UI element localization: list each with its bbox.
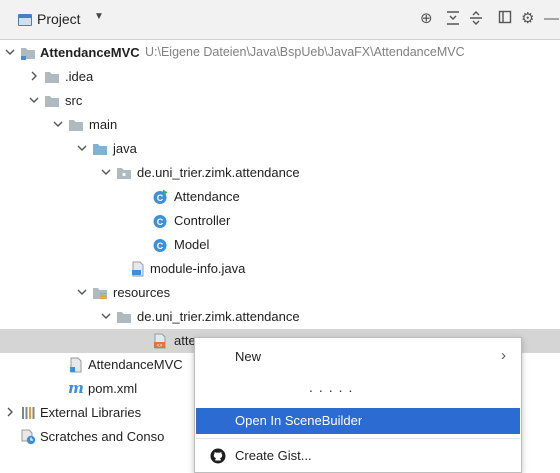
menu-item-new-label: New — [235, 349, 262, 364]
tree-node-module-info[interactable]: module-info.java — [0, 257, 560, 281]
tree-label-java: java — [113, 141, 137, 156]
folder-icon — [45, 72, 59, 83]
tree-node-root[interactable]: AttendanceMVC U:\Eigene Dateien\Java\Bsp… — [0, 41, 560, 65]
tree-node-class-controller[interactable]: C Controller — [0, 209, 560, 233]
menu-item-create-gist-label: Create Gist... — [235, 448, 312, 463]
tree-label-idea: .idea — [65, 69, 94, 84]
tree-root-path: U:\Eigene Dateien\Java\BspUeb\JavaFX\Att… — [145, 45, 465, 59]
tree-label-model: Model — [174, 237, 210, 252]
chevron-down-icon[interactable] — [52, 118, 64, 130]
layout-icon[interactable] — [498, 10, 512, 29]
source-folder-icon — [93, 144, 107, 155]
tree-label-main: main — [89, 117, 118, 132]
svg-text:<>: <> — [157, 343, 163, 349]
project-icon — [18, 14, 32, 26]
chevron-right-icon: › — [501, 347, 506, 364]
collapse-all-icon[interactable] — [446, 10, 460, 31]
scratches-icon — [21, 429, 36, 445]
tree-node-resources[interactable]: resources — [0, 281, 560, 305]
chevron-down-icon[interactable]: ▼ — [94, 11, 104, 22]
module-file-icon — [70, 357, 82, 373]
tree-label-root: AttendanceMVC — [40, 45, 140, 60]
chevron-right-icon[interactable] — [4, 406, 16, 418]
tree-label-module-info: module-info.java — [150, 261, 246, 276]
tree-label-external-libraries: External Libraries — [40, 405, 142, 420]
gear-icon[interactable]: ⚙ — [521, 10, 534, 28]
tree-label-attendance: Attendance — [174, 189, 240, 204]
svg-text:C: C — [157, 193, 164, 203]
menu-item-new[interactable]: New › — [196, 344, 520, 370]
tree-label-src: src — [65, 93, 83, 108]
tree-label-pom: pom.xml — [88, 381, 138, 396]
tree-label-iml-file: AttendanceMVC — [88, 357, 183, 372]
maven-icon: m — [68, 379, 84, 397]
project-toolbar: Project ▼ ⊕ ⚙ — — [0, 0, 560, 40]
menu-more-dots: ..... — [309, 379, 359, 395]
menu-separator — [196, 438, 520, 439]
tree-node-java[interactable]: java — [0, 137, 560, 161]
tree-label-java-package: de.uni_trier.zimk.attendance — [137, 165, 300, 180]
hide-icon[interactable]: — — [544, 10, 559, 28]
tree-node-class-attendance[interactable]: C Attendance — [0, 185, 560, 209]
chevron-down-icon[interactable] — [28, 94, 40, 106]
class-run-icon: C — [153, 189, 168, 204]
class-icon: C — [153, 239, 167, 252]
tree-label-resources: resources — [113, 285, 171, 300]
folder-icon — [69, 120, 83, 131]
tree-label-resource-package: de.uni_trier.zimk.attendance — [137, 309, 300, 324]
folder-icon — [117, 312, 131, 323]
tree-label-scratches: Scratches and Conso — [40, 429, 165, 444]
chevron-right-icon[interactable] — [28, 70, 40, 82]
tree-node-idea[interactable]: .idea — [0, 65, 560, 89]
library-icon — [22, 407, 35, 419]
chevron-down-icon[interactable] — [76, 142, 88, 154]
tree-node-src[interactable]: src — [0, 89, 560, 113]
tree-label-controller: Controller — [174, 213, 231, 228]
tree-node-class-model[interactable]: C Model — [0, 233, 560, 257]
package-icon — [117, 168, 131, 179]
fxml-file-icon: <> — [154, 333, 166, 349]
tree-node-java-package[interactable]: de.uni_trier.zimk.attendance — [0, 161, 560, 185]
github-icon — [210, 448, 226, 464]
locate-icon[interactable]: ⊕ — [420, 10, 433, 28]
svg-text:C: C — [157, 241, 164, 251]
context-menu: New › ..... Open In SceneBuilder Create … — [194, 337, 522, 473]
tree-node-main[interactable]: main — [0, 113, 560, 137]
menu-item-open-in-scenebuilder[interactable]: Open In SceneBuilder — [196, 408, 520, 434]
menu-item-collapsed-items[interactable]: ..... — [196, 376, 520, 402]
chevron-down-icon[interactable] — [100, 166, 112, 178]
expand-all-icon[interactable] — [469, 10, 483, 31]
chevron-down-icon[interactable] — [4, 46, 16, 58]
chevron-down-icon[interactable] — [76, 286, 88, 298]
tree-node-resource-package[interactable]: de.uni_trier.zimk.attendance — [0, 305, 560, 329]
tree-label-fxml-file: atte — [174, 333, 196, 348]
java-file-icon — [132, 261, 144, 277]
resources-folder-icon — [93, 288, 107, 299]
svg-text:C: C — [157, 217, 164, 227]
menu-item-open-in-scenebuilder-label: Open In SceneBuilder — [235, 413, 363, 428]
project-view-title[interactable]: Project — [37, 11, 81, 27]
module-folder-icon — [21, 48, 35, 60]
chevron-down-icon[interactable] — [100, 310, 112, 322]
folder-icon — [45, 96, 59, 107]
menu-item-create-gist[interactable]: Create Gist... — [196, 443, 520, 469]
class-icon: C — [153, 215, 167, 228]
